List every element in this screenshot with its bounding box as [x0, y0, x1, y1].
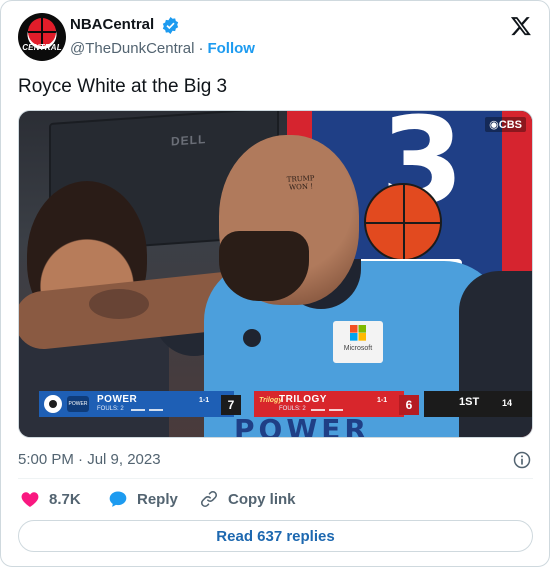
- display-name[interactable]: NBACentral: [70, 16, 154, 33]
- jersey-patch: [243, 329, 261, 347]
- tweet-text: Royce White at the Big 3: [18, 76, 228, 97]
- head-tattoo: TRUMP WON !: [287, 174, 316, 191]
- verified-badge-icon: [162, 17, 179, 34]
- avatar[interactable]: CENTRAL: [18, 13, 66, 61]
- info-icon[interactable]: [512, 450, 532, 470]
- quarter: 1ST: [459, 396, 480, 408]
- scoreboard: POWER POWER FOULS: 2 1-1 7 Trilogy TRILO…: [19, 391, 532, 419]
- home-foul-bar-2: [149, 409, 163, 411]
- home-team-logo: POWER: [67, 396, 89, 412]
- copy-link-label: Copy link: [228, 490, 296, 508]
- away-foul-bar-2: [329, 409, 343, 411]
- link-icon: [201, 491, 217, 507]
- monitor-label: DELL: [171, 132, 207, 149]
- away-record: 1-1: [377, 397, 388, 404]
- heart-icon: [21, 492, 39, 507]
- x-logo-icon[interactable]: [509, 15, 533, 37]
- reply-button[interactable]: Reply: [108, 489, 178, 509]
- microsoft-patch: Microsoft: [333, 321, 383, 363]
- like-count: 8.7K: [49, 490, 81, 508]
- read-replies-button[interactable]: Read 637 replies: [18, 520, 533, 552]
- timestamp[interactable]: 5:00 PM · Jul 9, 2023: [18, 451, 161, 468]
- basketball-graphic: [364, 183, 442, 261]
- divider: [18, 478, 533, 479]
- arm-tattoo: [89, 289, 149, 319]
- head-tattoo-line2: WON !: [288, 182, 314, 192]
- home-fouls: FOULS: 2: [97, 406, 124, 412]
- reply-label: Reply: [137, 490, 178, 508]
- home-score: 7: [221, 395, 241, 415]
- shot-clock: 14: [502, 398, 513, 408]
- cbs-eye-icon: [44, 395, 62, 413]
- separator: ·: [198, 40, 204, 57]
- cbs-watermark: ◉CBS: [485, 117, 526, 132]
- away-foul-bar-1: [311, 409, 325, 411]
- copy-link-button[interactable]: Copy link: [199, 489, 296, 509]
- player-beard: [219, 231, 309, 301]
- tweet-media-image[interactable]: DELL 3 ◉CBS TRUMP WON ! Microsoft POWER: [18, 110, 533, 438]
- away-panel: [254, 391, 404, 417]
- away-score: 6: [399, 395, 419, 415]
- like-button[interactable]: 8.7K: [20, 489, 81, 509]
- tweet-card: CENTRAL NBACentral @TheDunkCentral · Follo…: [0, 0, 550, 567]
- away-team-name: TRILOGY: [279, 394, 327, 405]
- sponsor-text: Microsoft: [343, 345, 373, 352]
- avatar-text: CENTRAL: [22, 43, 62, 52]
- home-record: 1-1: [199, 397, 210, 404]
- speech-bubble-icon: [109, 491, 127, 507]
- home-team-name: POWER: [97, 394, 138, 405]
- handle-row: @TheDunkCentral · Follow: [70, 40, 255, 57]
- away-fouls: FOULS: 2: [279, 406, 306, 412]
- microsoft-logo-icon: [350, 325, 366, 341]
- follow-button[interactable]: Follow: [207, 40, 255, 57]
- home-foul-bar-1: [131, 409, 145, 411]
- handle[interactable]: @TheDunkCentral: [70, 40, 194, 57]
- basketball-logo-icon: [28, 18, 56, 46]
